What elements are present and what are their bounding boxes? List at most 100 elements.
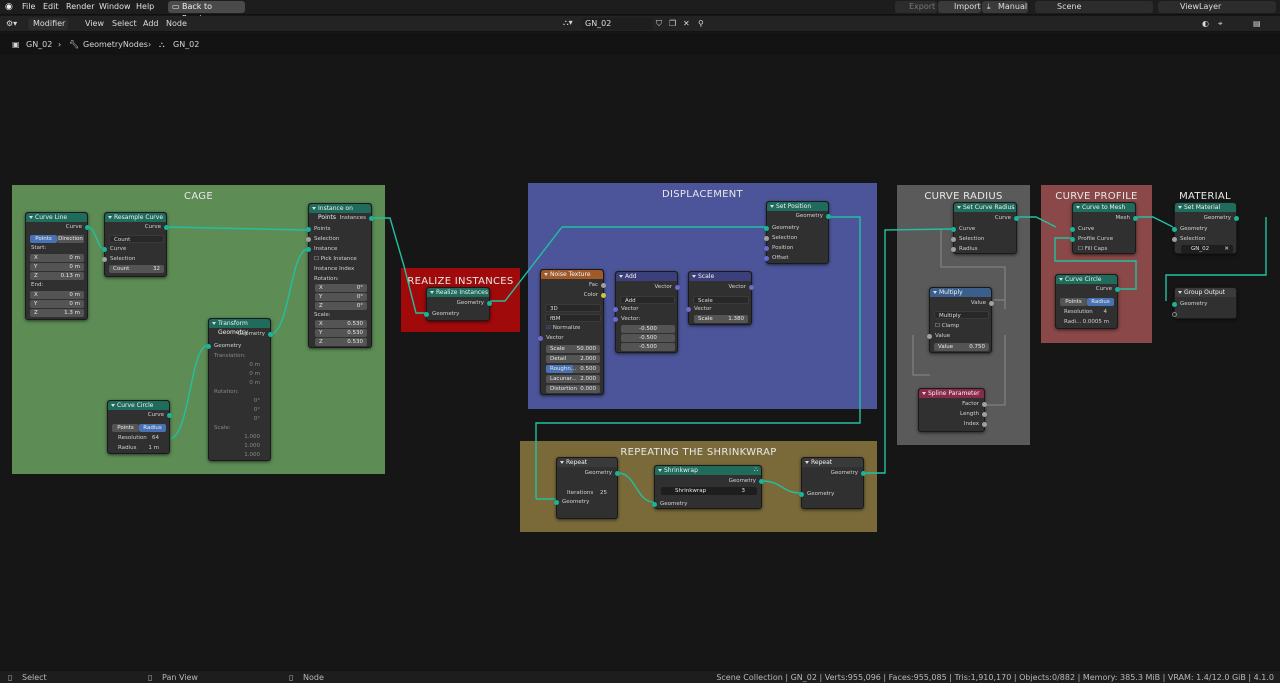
output-socket[interactable]: [861, 471, 866, 476]
resolution-value[interactable]: 64: [152, 435, 159, 441]
output-socket[interactable]: [759, 479, 764, 484]
input-socket[interactable]: [306, 227, 311, 232]
scale-x-field[interactable]: X 0.530: [315, 320, 367, 328]
node-editor-canvas[interactable]: CAGE REALIZE INSTANCES DISPLACEMENT CURV…: [0, 55, 1280, 668]
output-socket[interactable]: [601, 283, 606, 288]
output-socket[interactable]: [982, 412, 987, 417]
input-socket[interactable]: [1070, 227, 1075, 232]
node-curve-to-mesh[interactable]: Curve to Mesh Mesh Curve Profile Curve ☐…: [1070, 202, 1138, 254]
rotation-y-field[interactable]: Y 0°: [315, 293, 367, 301]
scale-field[interactable]: Scale 1.380: [694, 315, 748, 323]
dimensions-dropdown[interactable]: 3D: [545, 304, 601, 312]
input-socket[interactable]: [306, 247, 311, 252]
start-z-field[interactable]: Z 0.13 m: [30, 272, 84, 280]
rotation-x[interactable]: 0°: [254, 398, 260, 404]
scale-field[interactable]: Scale 50.000: [546, 345, 600, 353]
radius-value[interactable]: 1 m: [148, 445, 159, 451]
empty-socket[interactable]: [1172, 312, 1177, 317]
fill-caps-checkbox[interactable]: ☐ Fill Caps: [1078, 246, 1107, 252]
clamp-checkbox[interactable]: ☐ Clamp: [935, 323, 959, 329]
node-vector-scale[interactable]: Scale Vector Scale Vector Scale 1.380: [686, 271, 754, 325]
input-socket[interactable]: [206, 344, 211, 349]
rotation-y[interactable]: 0°: [254, 407, 260, 413]
breadcrumb-object[interactable]: GN_02: [26, 40, 52, 49]
input-socket[interactable]: [927, 334, 932, 339]
output-socket[interactable]: [268, 332, 273, 337]
radius-value[interactable]: 0.0005 m: [1083, 319, 1109, 325]
node-tree-icon[interactable]: ⛬▾: [563, 18, 573, 28]
translation-z[interactable]: 0 m: [249, 380, 260, 386]
end-z-field[interactable]: Z 1.3 m: [30, 309, 84, 317]
input-socket[interactable]: [1172, 227, 1177, 232]
sidebar-toggle-icon[interactable]: ▤: [1253, 19, 1261, 28]
output-socket[interactable]: [982, 422, 987, 427]
menu-edit[interactable]: Edit: [43, 2, 59, 11]
output-socket[interactable]: [164, 225, 169, 230]
input-socket[interactable]: [764, 226, 769, 231]
output-socket[interactable]: [749, 285, 754, 290]
menu-render[interactable]: Render: [66, 2, 94, 11]
editor-type-icon[interactable]: ⚙▾: [6, 19, 17, 28]
node-repeat-output[interactable]: Repeat Geometry Geometry: [799, 457, 866, 509]
breadcrumb-modifier[interactable]: GeometryNodes: [83, 40, 148, 49]
mode-radius-button[interactable]: Radius: [139, 424, 166, 432]
input-socket[interactable]: [1172, 237, 1177, 242]
menu-add[interactable]: Add: [143, 19, 159, 28]
mode-dropdown[interactable]: Modifier: [28, 18, 68, 30]
node-realize-instances[interactable]: Realize Instances Geometry Geometry: [424, 287, 492, 321]
scale-z[interactable]: 1.000: [244, 452, 260, 458]
manual-button[interactable]: ⤓ Manual: [982, 1, 1028, 13]
input-socket[interactable]: [424, 312, 429, 317]
back-to-previous-button[interactable]: ▭Back to Previous: [168, 1, 245, 23]
output-socket[interactable]: [369, 216, 374, 221]
scale-z-field[interactable]: Z 0.530: [315, 338, 367, 346]
node-shrinkwrap-group[interactable]: Shrinkwrap ⛬ Geometry Shrinkwrap 3 Geomet…: [652, 465, 764, 509]
node-spline-parameter[interactable]: Spline Parameter Factor Length Index: [918, 388, 987, 432]
count-field[interactable]: Count 32: [109, 265, 164, 273]
node-group-output[interactable]: Group Output Geometry: [1172, 287, 1237, 319]
output-socket[interactable]: [675, 285, 680, 290]
duplicate-icon[interactable]: ❐: [669, 19, 676, 28]
end-y-field[interactable]: Y 0 m: [30, 300, 84, 308]
input-socket[interactable]: [102, 257, 107, 262]
close-icon[interactable]: ✕: [1224, 245, 1229, 253]
output-socket[interactable]: [826, 214, 831, 219]
node-math-multiply[interactable]: Multiply Value Multiply ☐ Clamp Value Va…: [927, 287, 994, 353]
node-set-material[interactable]: Set Material Geometry Geometry Selection…: [1172, 202, 1239, 254]
iterations-value[interactable]: 25: [600, 490, 607, 496]
input-socket[interactable]: [613, 317, 618, 322]
operation-dropdown[interactable]: Add: [620, 296, 675, 304]
rotation-z[interactable]: 0°: [254, 416, 260, 422]
operation-dropdown[interactable]: Scale: [693, 296, 749, 304]
translation-x[interactable]: 0 m: [249, 362, 260, 368]
menu-file[interactable]: File: [22, 2, 35, 11]
close-icon[interactable]: ✕: [683, 19, 690, 28]
mode-points-button[interactable]: Points: [112, 424, 139, 432]
node-tree-name-field[interactable]: GN_02: [581, 18, 653, 30]
normalize-checkbox[interactable]: ☑ Normalize: [546, 325, 580, 331]
node-repeat-input[interactable]: Repeat Geometry Iterations 25 Geometry: [554, 457, 620, 519]
scale-y-field[interactable]: Y 0.530: [315, 329, 367, 337]
pick-instance-checkbox[interactable]: ☐ Pick Instance: [314, 256, 357, 262]
import-button[interactable]: Import: [938, 1, 981, 13]
node-transform-geometry[interactable]: Transform Geometry Geometry Geometry Tra…: [206, 318, 273, 461]
export-button[interactable]: Export: [895, 1, 937, 13]
input-socket[interactable]: [799, 492, 804, 497]
scale-x[interactable]: 1.000: [244, 434, 260, 440]
rotation-x-field[interactable]: X 0°: [315, 284, 367, 292]
node-profile-curve-circle[interactable]: Curve Circle Curve Points Radius Resolut…: [1055, 274, 1120, 329]
operation-dropdown[interactable]: Multiply: [934, 311, 989, 319]
translation-y[interactable]: 0 m: [249, 371, 260, 377]
material-selector[interactable]: GN_02 ✕: [1181, 245, 1233, 253]
rotation-z-field[interactable]: Z 0°: [315, 302, 367, 310]
start-x-field[interactable]: X 0 m: [30, 254, 84, 262]
start-y-field[interactable]: Y 0 m: [30, 263, 84, 271]
scale-y[interactable]: 1.000: [244, 443, 260, 449]
menu-help[interactable]: Help: [136, 2, 154, 11]
node-vector-add[interactable]: Add Vector Add Vector Vector: -0.500 -0.…: [613, 271, 680, 353]
output-socket[interactable]: [85, 225, 90, 230]
node-instance-on-points[interactable]: Instance on Points Instances Points Sele…: [306, 203, 374, 348]
node-noise-texture[interactable]: Noise Texture Fac Color 3D fBM ☑ Normali…: [538, 269, 606, 395]
input-socket[interactable]: [764, 246, 769, 251]
end-x-field[interactable]: X 0 m: [30, 291, 84, 299]
